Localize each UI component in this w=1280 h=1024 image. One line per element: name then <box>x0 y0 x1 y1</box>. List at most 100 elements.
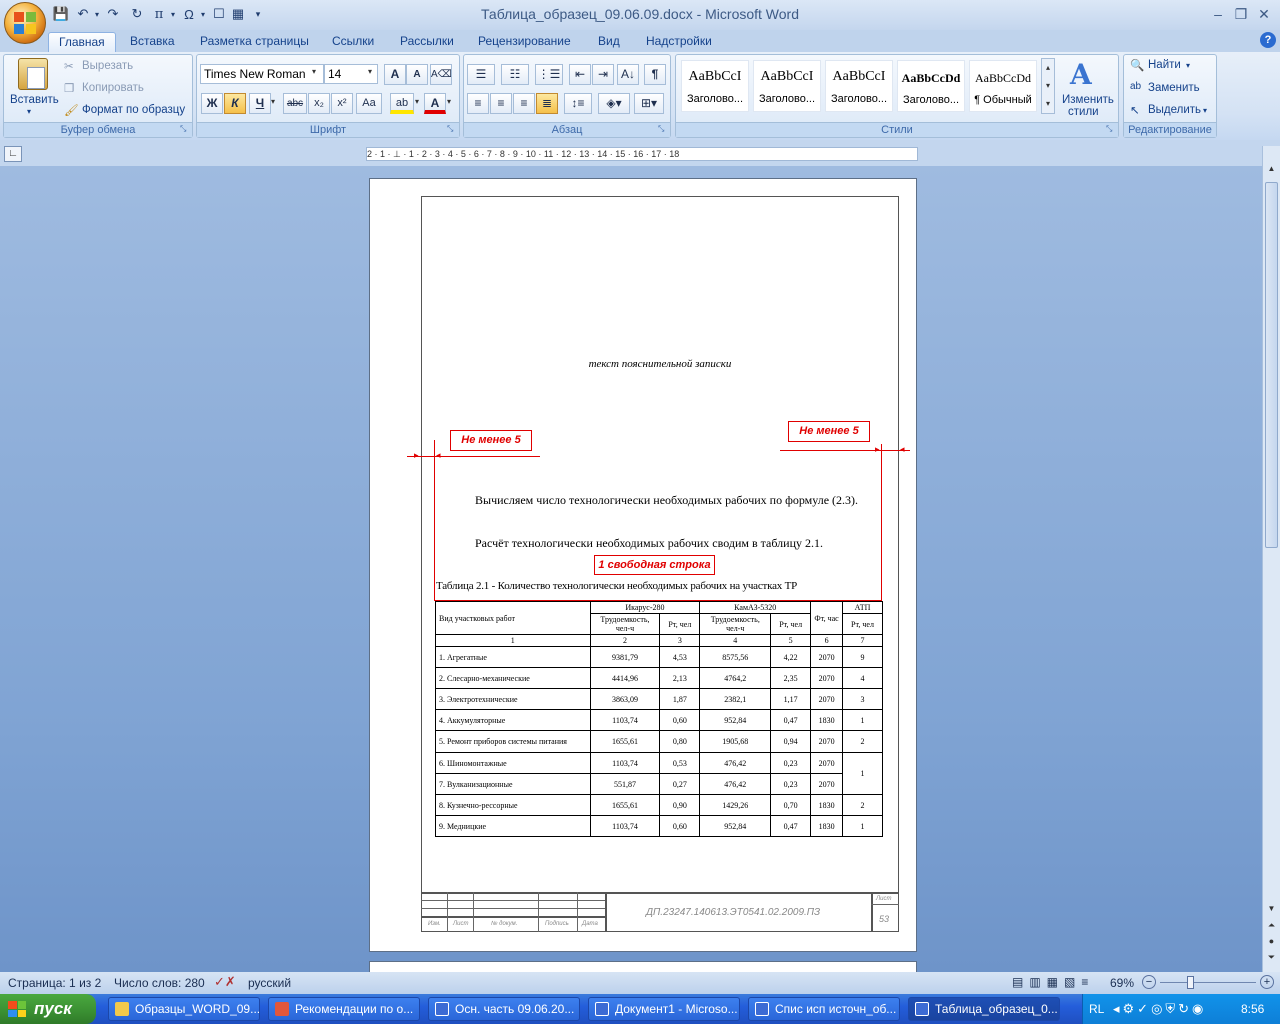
font-size-dropdown-icon[interactable]: ▾ <box>368 67 372 76</box>
zoom-slider[interactable] <box>1160 982 1256 983</box>
highlight-icon[interactable]: ab <box>390 93 414 114</box>
borders-icon[interactable]: ⊞▾ <box>634 93 664 114</box>
change-case-button[interactable]: Aa <box>356 93 382 114</box>
help-icon[interactable]: ? <box>1260 32 1276 48</box>
tab-page-layout[interactable]: Разметка страницы <box>190 32 319 52</box>
cut-button[interactable]: Вырезать <box>82 60 133 72</box>
shrink-font-icon[interactable]: A <box>406 64 428 85</box>
show-marks-icon[interactable]: ¶ <box>644 64 666 85</box>
grow-font-icon[interactable]: A <box>384 64 406 85</box>
select-button[interactable]: Выделить <box>1148 104 1201 116</box>
clear-format-icon[interactable]: A⌫ <box>430 64 452 85</box>
change-styles-button-line2[interactable]: стили <box>1068 106 1099 118</box>
font-color-icon[interactable]: A <box>424 93 446 114</box>
horizontal-ruler[interactable]: 2 · 1 · ⊥ · 1 · 2 · 3 · 4 · 5 · 6 · 7 · … <box>366 147 918 161</box>
col-number: 2 <box>589 634 661 647</box>
decrease-indent-icon[interactable]: ⇤ <box>569 64 591 85</box>
prev-page-icon[interactable]: ⏶ <box>1265 920 1278 931</box>
copy-button[interactable]: Копировать <box>82 82 144 94</box>
tab-review[interactable]: Рецензирование <box>468 32 581 52</box>
tab-home[interactable]: Главная <box>48 32 116 52</box>
scroll-down-icon[interactable]: ▼ <box>1265 904 1278 913</box>
align-left-icon[interactable]: ≡ <box>467 93 489 114</box>
italic-button[interactable]: К <box>224 93 246 114</box>
clipboard-launcher-icon[interactable]: ⤡ <box>180 124 186 134</box>
language-indicator[interactable]: RL <box>1089 1002 1104 1016</box>
style-heading-4[interactable]: AaBbCcDd Заголово... <box>897 60 965 112</box>
find-button[interactable]: Найти <box>1148 59 1181 71</box>
styles-scroll[interactable]: ▴ ▾ ▾ <box>1041 58 1055 114</box>
change-styles-button[interactable]: Изменить <box>1062 94 1114 106</box>
word-doc-icon <box>755 1002 769 1016</box>
tab-insert[interactable]: Вставка <box>120 32 185 52</box>
taskbar-item[interactable]: Рекомендации по о... <box>268 997 420 1021</box>
paste-dropdown-icon[interactable]: ▾ <box>27 107 31 116</box>
word-count[interactable]: Число слов: 280 <box>114 976 205 990</box>
bold-button[interactable]: Ж <box>201 93 223 114</box>
office-button[interactable] <box>4 2 46 44</box>
tab-selector-icon[interactable]: ∟ <box>4 146 22 162</box>
language[interactable]: русский <box>248 976 291 990</box>
zoom-in-icon[interactable]: + <box>1260 975 1274 989</box>
view-buttons-icon[interactable]: ▤▥▦▧≡ <box>1012 975 1094 989</box>
style-sample: AaBbCcI <box>760 69 814 84</box>
justify-icon[interactable]: ≣ <box>536 93 558 114</box>
font-launcher-icon[interactable]: ⤡ <box>447 124 453 134</box>
increase-indent-icon[interactable]: ⇥ <box>592 64 614 85</box>
spelling-icon[interactable]: ✓✗ <box>214 974 236 990</box>
numbering-icon[interactable]: ☷ <box>501 64 529 85</box>
line-spacing-icon[interactable]: ↕≡ <box>564 93 592 114</box>
align-center-icon[interactable]: ≡ <box>490 93 512 114</box>
multilevel-list-icon[interactable]: ⋮☰ <box>535 64 563 85</box>
format-painter-button[interactable]: Формат по образцу <box>82 104 185 116</box>
vertical-scrollbar[interactable]: ▲ ▼ ⏶ ● ⏷ <box>1262 146 1280 972</box>
zoom-slider-thumb[interactable] <box>1187 976 1194 989</box>
start-button[interactable]: пуск <box>0 994 96 1024</box>
bullets-icon[interactable]: ☰ <box>467 64 495 85</box>
style-heading-3[interactable]: AaBbCcI Заголово... <box>825 60 893 112</box>
style-heading-1[interactable]: AaBbCcI Заголово... <box>681 60 749 112</box>
zoom-out-icon[interactable]: − <box>1142 975 1156 989</box>
paragraph-launcher-icon[interactable]: ⤡ <box>658 124 664 134</box>
tab-references[interactable]: Ссылки <box>322 32 384 52</box>
next-page-icon[interactable]: ⏷ <box>1265 952 1278 963</box>
tab-view[interactable]: Вид <box>588 32 630 52</box>
table-cell: 7. Вулканизационные <box>435 773 591 795</box>
taskbar-item-active[interactable]: Таблица_образец_0... <box>908 997 1060 1021</box>
zoom-level[interactable]: 69% <box>1110 976 1134 990</box>
scroll-up-icon[interactable]: ▲ <box>1265 164 1278 178</box>
tab-mailings[interactable]: Рассылки <box>390 32 464 52</box>
underline-dropdown-icon[interactable]: ▾ <box>271 97 275 106</box>
scroll-thumb[interactable] <box>1265 182 1278 548</box>
superscript-button[interactable]: x² <box>331 93 353 114</box>
subscript-button[interactable]: x₂ <box>308 93 330 114</box>
highlight-dropdown-icon[interactable]: ▾ <box>415 97 419 106</box>
paste-button[interactable]: Вставить <box>10 94 59 106</box>
paste-icon[interactable] <box>18 58 48 90</box>
close-icon[interactable]: ✕ <box>1251 4 1277 24</box>
replace-button[interactable]: Заменить <box>1148 82 1200 94</box>
browse-object-icon[interactable]: ● <box>1265 936 1278 946</box>
page-count[interactable]: Страница: 1 из 2 <box>8 976 101 990</box>
taskbar-item[interactable]: Спис исп источн_об... <box>748 997 900 1021</box>
taskbar-item[interactable]: Образцы_WORD_09.... <box>108 997 260 1021</box>
sort-icon[interactable]: A↓ <box>617 64 639 85</box>
taskbar-item[interactable]: Документ1 - Microso... <box>588 997 740 1021</box>
tab-addins[interactable]: Надстройки <box>636 32 722 52</box>
font-name-field[interactable]: Times New Roman <box>200 64 324 84</box>
font-color-dropdown-icon[interactable]: ▾ <box>447 97 451 106</box>
select-dropdown-icon[interactable]: ▾ <box>1203 106 1207 115</box>
clock[interactable]: 8:56 <box>1241 1002 1264 1016</box>
style-heading-2[interactable]: AaBbCcI Заголово... <box>753 60 821 112</box>
align-right-icon[interactable]: ≡ <box>513 93 535 114</box>
taskbar-item[interactable]: Осн. часть 09.06.20... <box>428 997 580 1021</box>
table-cell: 4. Аккумуляторные <box>435 709 591 731</box>
style-normal[interactable]: AaBbCcDd ¶ Обычный <box>969 60 1037 112</box>
font-name-dropdown-icon[interactable]: ▾ <box>312 67 316 76</box>
styles-launcher-icon[interactable]: ⤡ <box>1106 124 1112 134</box>
find-dropdown-icon[interactable]: ▾ <box>1186 61 1190 70</box>
tray-icons[interactable]: ◂⚙✓◎⛨↻◉ <box>1113 1001 1206 1017</box>
shading-icon[interactable]: ◈▾ <box>598 93 630 114</box>
underline-button[interactable]: Ч <box>249 93 271 114</box>
strikethrough-button[interactable]: abc <box>283 93 307 114</box>
